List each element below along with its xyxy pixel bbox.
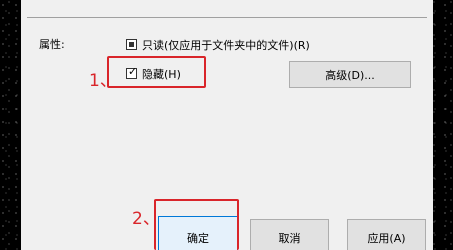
annotation-step-2: 2、 [132,209,160,229]
readonly-checkbox[interactable] [126,39,137,50]
divider [27,17,427,18]
annotation-highlight-ok [154,199,239,250]
readonly-checkbox-label[interactable]: 只读(仅应用于文件夹中的文件)(R) [142,37,310,53]
annotation-step-1: 1、 [89,71,117,91]
attributes-label: 属性: [39,38,65,51]
apply-button[interactable]: 应用(A) [347,219,426,250]
properties-dialog: 属性: 只读(仅应用于文件夹中的文件)(R) ✓ 隐藏(H) 高级(D)... … [21,0,433,250]
advanced-button[interactable]: 高级(D)... [289,61,411,88]
cancel-button[interactable]: 取消 [250,219,329,250]
indeterminate-mark-icon [129,42,134,47]
annotation-highlight-hidden [107,56,206,88]
